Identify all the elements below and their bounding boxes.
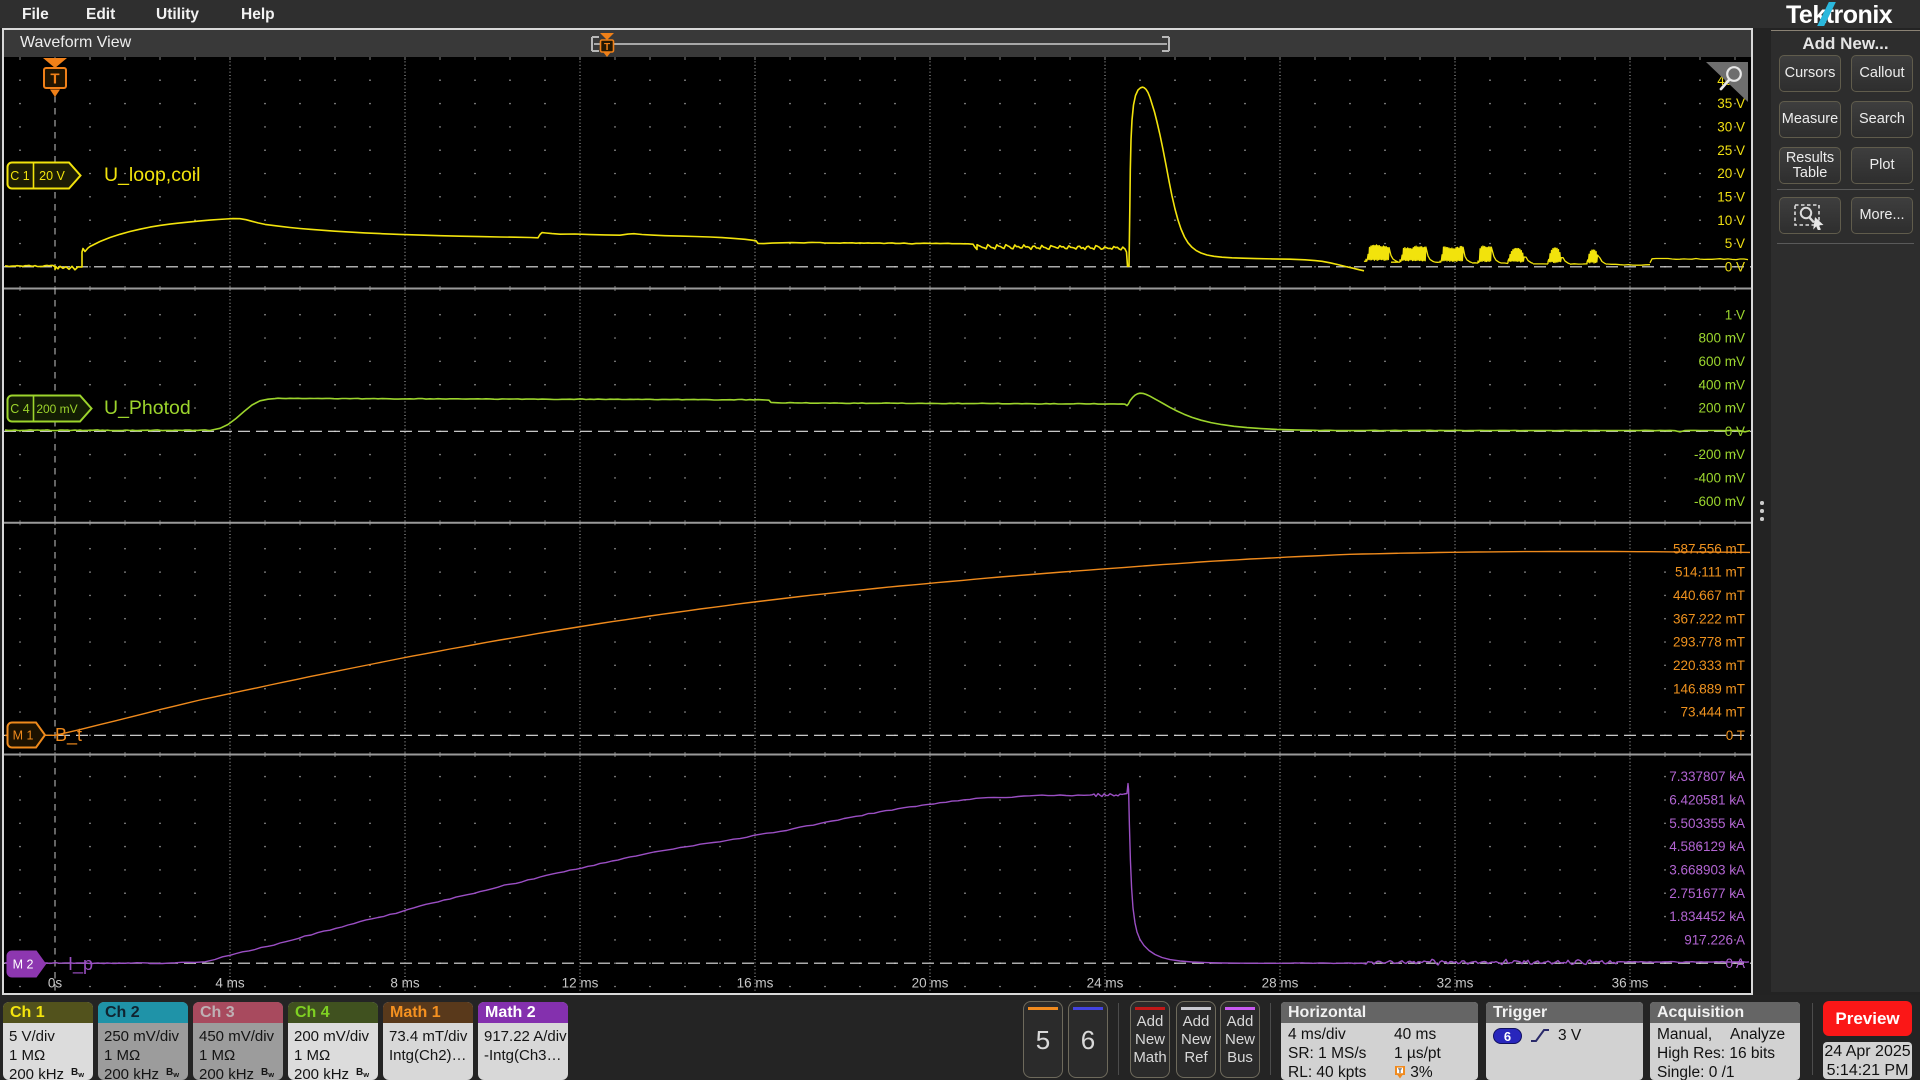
svg-text:C 1: C 1: [10, 169, 30, 183]
svg-text:12 ms: 12 ms: [562, 976, 599, 991]
svg-text:3.668903 kA: 3.668903 kA: [1669, 863, 1745, 878]
svg-text:8 ms: 8 ms: [390, 976, 420, 991]
svg-text:T: T: [604, 42, 610, 53]
svg-text:800 mV: 800 mV: [1698, 331, 1745, 346]
svg-text:4.586129 kA: 4.586129 kA: [1669, 839, 1745, 854]
svg-text:600 mV: 600 mV: [1698, 354, 1745, 369]
svg-text:30 V: 30 V: [1717, 120, 1745, 135]
svg-text:1 V: 1 V: [1725, 307, 1745, 322]
svg-text:5.503355 kA: 5.503355 kA: [1669, 816, 1745, 831]
svg-text:220.333 mT: 220.333 mT: [1673, 658, 1745, 673]
svg-text:917.226 A: 917.226 A: [1684, 933, 1745, 948]
svg-text:C 4: C 4: [10, 402, 30, 416]
svg-text:2.751677 kA: 2.751677 kA: [1669, 886, 1745, 901]
svg-text:25 V: 25 V: [1717, 143, 1745, 158]
svg-text:-600 mV: -600 mV: [1694, 494, 1745, 509]
svg-text:587.556 mT: 587.556 mT: [1673, 541, 1745, 556]
svg-text:35 V: 35 V: [1717, 96, 1745, 111]
svg-text:24 ms: 24 ms: [1087, 976, 1124, 991]
svg-text:20 V: 20 V: [39, 169, 65, 183]
svg-text:0 T: 0 T: [1726, 728, 1745, 743]
svg-text:73.444 mT: 73.444 mT: [1680, 705, 1745, 720]
svg-text:7.337807 kA: 7.337807 kA: [1669, 769, 1745, 784]
svg-text:514.111 mT: 514.111 mT: [1675, 565, 1745, 580]
svg-text:400 mV: 400 mV: [1698, 377, 1745, 392]
svg-text:146.889 mT: 146.889 mT: [1673, 681, 1745, 696]
svg-text:15 V: 15 V: [1717, 189, 1745, 204]
svg-text:U_Photod: U_Photod: [104, 397, 191, 419]
svg-text:1.834452 kA: 1.834452 kA: [1669, 909, 1745, 924]
svg-text:10 V: 10 V: [1717, 213, 1745, 228]
svg-text:20 ms: 20 ms: [912, 976, 949, 991]
svg-text:5 V: 5 V: [1725, 236, 1745, 251]
svg-text:28 ms: 28 ms: [1262, 976, 1299, 991]
svg-text:-200 mV: -200 mV: [1694, 447, 1745, 462]
svg-text:293.778 mT: 293.778 mT: [1673, 635, 1745, 650]
svg-text:I_p: I_p: [68, 954, 93, 975]
svg-text:-400 mV: -400 mV: [1694, 471, 1745, 486]
svg-text:0s: 0s: [48, 976, 63, 991]
svg-text:200 mV: 200 mV: [1698, 401, 1745, 416]
svg-text:M 1: M 1: [13, 729, 34, 743]
svg-text:T: T: [50, 71, 59, 88]
svg-text:4 ms: 4 ms: [215, 976, 245, 991]
svg-text:T: T: [1398, 1068, 1402, 1075]
svg-text:M 2: M 2: [13, 958, 34, 972]
svg-text:32 ms: 32 ms: [1437, 976, 1474, 991]
svg-text:U_loop,coil: U_loop,coil: [104, 164, 200, 186]
svg-text:367.222 mT: 367.222 mT: [1673, 611, 1745, 626]
svg-text:440.667 mT: 440.667 mT: [1673, 588, 1745, 603]
svg-text:20 V: 20 V: [1717, 166, 1745, 181]
svg-text:6.420581 kA: 6.420581 kA: [1669, 793, 1745, 808]
svg-text:B_t: B_t: [55, 725, 82, 746]
svg-text:0 V: 0 V: [1725, 259, 1745, 274]
svg-text:200 mV: 200 mV: [36, 402, 77, 416]
svg-text:16 ms: 16 ms: [737, 976, 774, 991]
svg-text:0 A: 0 A: [1725, 956, 1745, 971]
svg-text:36 ms: 36 ms: [1612, 976, 1649, 991]
